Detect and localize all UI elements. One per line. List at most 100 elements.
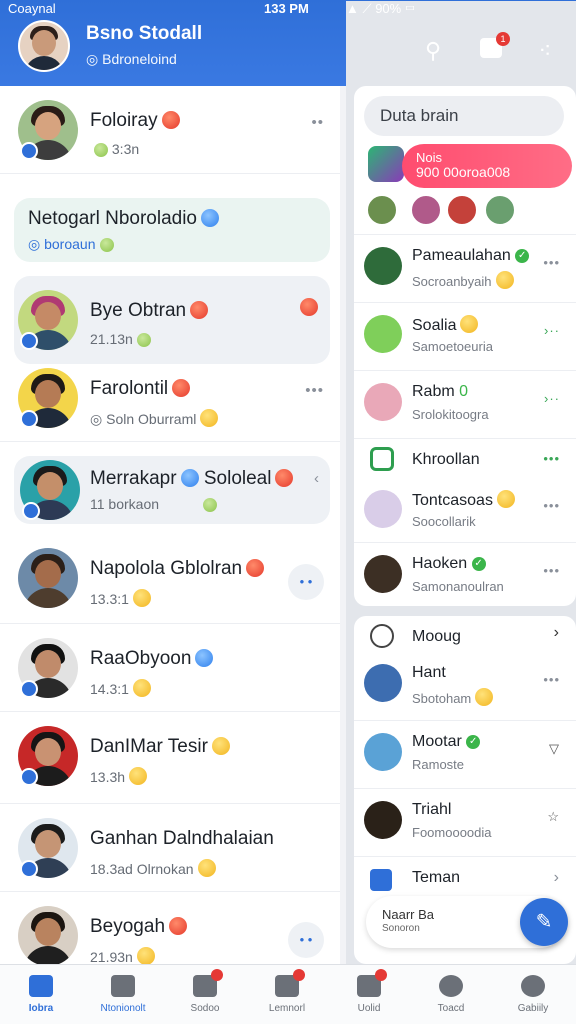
story-avatar[interactable]	[484, 194, 516, 226]
profile-avatar[interactable]	[18, 20, 70, 72]
call-button[interactable]: • •	[288, 922, 324, 958]
contact-item[interactable]: Pameaulahan ✓ Socroanbyaih •••	[354, 234, 576, 302]
chat-time: 13.3:1	[90, 591, 129, 607]
emoji-icon	[275, 469, 294, 487]
chat-name: Napolola Gblolran	[90, 558, 243, 579]
contact-name: Haoken	[412, 555, 468, 572]
carrier-label: Coaynal	[8, 1, 56, 16]
nav-media[interactable]: Sodoo	[164, 965, 246, 1024]
contact-status: Samonanoulran	[412, 579, 504, 594]
menu-label: Mootar	[412, 733, 462, 750]
avatar	[364, 555, 402, 593]
filter-icon[interactable]: ▽	[549, 741, 560, 757]
status-badge	[20, 860, 38, 878]
group-icon	[370, 447, 394, 471]
chat-preview: Soln Oburraml	[106, 411, 197, 427]
chat-name: DanIMar Tesir	[90, 736, 208, 757]
more-icon[interactable]: ••	[311, 114, 324, 131]
emoji-icon	[211, 737, 230, 755]
network-icon[interactable]: ⁖	[530, 36, 560, 66]
chat-item[interactable]: Foloiray 3:3n ••	[0, 86, 340, 174]
more-icon[interactable]: •••	[543, 563, 560, 578]
more-icon[interactable]: •••	[543, 672, 560, 687]
image-icon	[193, 969, 223, 997]
home-icon	[29, 975, 53, 997]
compose-button[interactable]: ✎	[520, 898, 568, 946]
notifications-icon[interactable]: 1	[476, 32, 510, 66]
contact-item[interactable]: Soalia Samoetoeuria ›··	[354, 302, 576, 370]
more-icon[interactable]: •••	[305, 382, 324, 399]
chat-name-secondary: Sololeal	[203, 468, 272, 489]
chat-time: 3:3n	[111, 141, 140, 157]
avatar	[18, 548, 78, 608]
chat-time: 13.3h	[90, 769, 126, 785]
menu-item[interactable]: Mooug ›	[354, 616, 576, 656]
contact-item[interactable]: Tontcasoas Soocollarik •••	[354, 478, 576, 546]
nav-activity[interactable]: Ntonionolt	[82, 965, 164, 1024]
chevron-left-icon[interactable]: ‹	[314, 470, 320, 487]
avatar	[364, 247, 402, 285]
story-avatar[interactable]	[410, 194, 442, 226]
emoji-icon	[475, 688, 494, 706]
emoji-icon	[200, 409, 219, 427]
menu-label: Mooug	[412, 628, 461, 645]
emoji-icon	[94, 143, 108, 157]
chat-item[interactable]: Bye Obtran 21.13n	[14, 276, 330, 364]
star-icon[interactable]: ☆	[547, 809, 560, 825]
story-avatar[interactable]	[366, 194, 398, 226]
person-icon	[439, 975, 463, 997]
nav-groups[interactable]: Uolid	[328, 965, 410, 1024]
emoji-icon	[197, 859, 216, 877]
nav-home[interactable]: Iobra	[0, 965, 82, 1024]
clock: 133 PM	[264, 1, 309, 16]
chat-name: Netogarl Nboroladio	[28, 208, 197, 229]
message-icon	[275, 969, 305, 997]
emoji-icon	[172, 379, 191, 397]
bottom-navigation: Iobra Ntonionolt Sodoo Lemnorl Uolid Toa…	[0, 964, 576, 1024]
mood-icon	[370, 624, 394, 648]
search-input[interactable]: Duta brain	[364, 96, 564, 136]
contact-item[interactable]: Rabm 0 Srolokitoogra ›··	[354, 370, 576, 438]
right-panel: Duta brain Nois 900 00oroa008 Pameaulaha…	[346, 86, 576, 964]
nav-messages[interactable]: Lemnorl	[246, 965, 328, 1024]
contact-item[interactable]: Haoken ✓ Samonanoulran •••	[354, 542, 576, 606]
chat-preview: Olrnokan	[136, 861, 194, 877]
contact-item[interactable]: Khroollan •••	[354, 438, 576, 478]
chat-item[interactable]: Beyogah 21.93n • •	[0, 892, 340, 964]
promo-subtitle: 900 00oroa008	[416, 164, 511, 180]
call-button[interactable]: • •	[288, 564, 324, 600]
contact-name: Khroollan	[412, 451, 480, 468]
chevron-right-icon[interactable]: ›··	[544, 391, 560, 406]
menu-item[interactable]: Triahl Foomoooodia ☆	[354, 788, 576, 856]
nav-profile[interactable]: Toacd	[410, 965, 492, 1024]
promo-banner[interactable]: Nois 900 00oroa008	[402, 144, 572, 188]
emoji-icon	[201, 209, 219, 227]
menu-item[interactable]: Hant Sbotoham •••	[354, 652, 576, 720]
chat-item[interactable]: RaaObyoon 14.3:1	[0, 624, 340, 712]
status-badge	[20, 410, 38, 428]
search-icon[interactable]: ⚲	[418, 36, 448, 66]
notification-badge: 1	[496, 32, 510, 46]
chat-name: Farolontil	[90, 378, 169, 399]
emoji-icon	[460, 315, 479, 333]
menu-status: Ramoste	[412, 757, 465, 772]
chat-item[interactable]: Ganhan Dalndhalaian 18.3ad Olrnokan	[0, 804, 340, 892]
status-badge	[20, 332, 38, 350]
more-icon[interactable]: •••	[543, 255, 560, 270]
more-icon[interactable]: •••	[543, 451, 560, 466]
nav-settings[interactable]: Gabiily	[492, 965, 574, 1024]
chat-time: 21.93n	[90, 949, 133, 964]
emoji-icon	[129, 767, 148, 785]
contact-status: Srolokitoogra	[412, 407, 489, 422]
chevron-right-icon[interactable]: ›··	[544, 323, 560, 338]
more-icon[interactable]: •••	[543, 498, 560, 513]
menu-item[interactable]: Mootar ✓ Ramoste ▽	[354, 720, 576, 788]
reaction-icon[interactable]	[296, 298, 318, 317]
chevron-right-icon: ›	[553, 624, 560, 641]
chat-item[interactable]: DanIMar Tesir 13.3h	[0, 712, 340, 804]
chat-item[interactable]: Farolontil ◎ Soln Oburraml •••	[0, 354, 340, 442]
chat-item[interactable]: Netogarl Nboroladio ◎ boroaun	[14, 198, 330, 262]
chat-item[interactable]: Napolola Gblolran 13.3:1 • •	[0, 534, 340, 624]
chat-item[interactable]: Merrakapr Sololeal 11 borkaon ‹	[14, 456, 330, 524]
story-avatar[interactable]	[446, 194, 478, 226]
